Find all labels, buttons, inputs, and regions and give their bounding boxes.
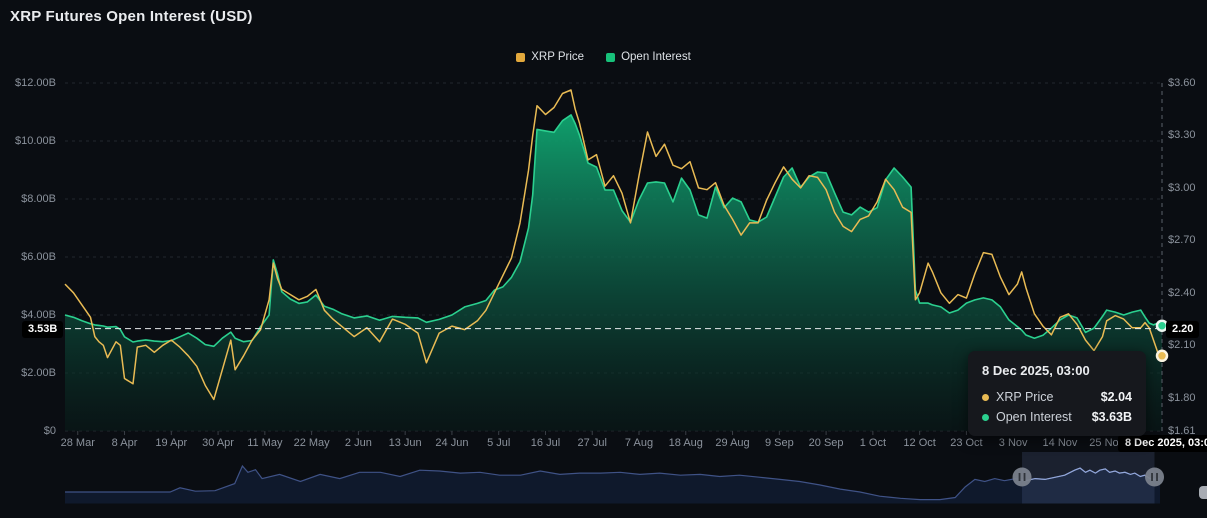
x-axis-tick: 28 Mar [61, 437, 95, 449]
xrp-price-swatch-icon [516, 53, 525, 62]
scrollbar-end-handle[interactable] [1199, 486, 1207, 499]
x-axis-tick: 29 Aug [715, 437, 749, 449]
x-axis-tick: 7 Aug [625, 437, 653, 449]
xrp-price-last-point-dot [1157, 351, 1167, 361]
x-axis-tick: 8 Apr [112, 437, 138, 449]
x-axis-tick: 3 Nov [999, 437, 1028, 449]
y-axis-left-tick: $10.00B [4, 135, 56, 147]
legend-label-open-interest: Open Interest [621, 51, 691, 63]
x-axis-tick: 12 Oct [903, 437, 935, 449]
tooltip-row-open-interest: Open Interest $3.63B [982, 410, 1132, 424]
tooltip: 8 Dec 2025, 03:00 XRP Price $2.04 Open I… [968, 351, 1146, 436]
tooltip-label-xrp-price: XRP Price [996, 390, 1053, 404]
x-axis-tick: 30 Apr [202, 437, 234, 449]
xrp-price-dot-icon [982, 394, 989, 401]
oi-last-value-badge: 3.53B [22, 321, 63, 338]
x-axis-tick: 5 Jul [487, 437, 510, 449]
crosshair-date-label: 8 Dec 2025, 03:00 [1118, 435, 1207, 452]
tooltip-title: 8 Dec 2025, 03:00 [982, 363, 1132, 378]
xrp-futures-open-interest-chart: XRP Futures Open Interest (USD) XRP Pric… [0, 0, 1207, 518]
y-axis-left-tick: $2.00B [4, 367, 56, 379]
tooltip-label-open-interest: Open Interest [996, 410, 1072, 424]
x-axis-tick: 20 Sep [809, 437, 844, 449]
x-axis-tick: 1 Oct [860, 437, 886, 449]
legend-item-xrp-price[interactable]: XRP Price [516, 51, 584, 63]
legend-label-xrp-price: XRP Price [531, 51, 584, 63]
x-axis-tick: 27 Jul [578, 437, 607, 449]
x-axis-tick: 9 Sep [765, 437, 794, 449]
tooltip-row-xrp-price: XRP Price $2.04 [982, 390, 1132, 404]
price-axis-marker-badge: 2.20 [1166, 321, 1199, 338]
y-axis-right-tick: $1.80 [1168, 392, 1196, 404]
brush-handle-left[interactable] [1013, 468, 1032, 487]
y-axis-left-tick: $8.00B [4, 193, 56, 205]
y-axis-right-tick: $2.10 [1168, 339, 1196, 351]
tooltip-value-open-interest: $3.63B [1092, 410, 1132, 424]
x-axis-tick: 2 Jun [345, 437, 372, 449]
chart-legend: XRP Price Open Interest [0, 51, 1207, 63]
tooltip-value-xrp-price: $2.04 [1101, 390, 1132, 404]
x-axis-tick: 23 Oct [950, 437, 982, 449]
brush-handle-right[interactable] [1145, 468, 1164, 487]
page-title: XRP Futures Open Interest (USD) [10, 8, 253, 25]
y-axis-left-tick: $12.00B [4, 77, 56, 89]
y-axis-left-tick: $0 [4, 425, 56, 437]
y-axis-left-tick: $6.00B [4, 251, 56, 263]
open-interest-dot-icon [982, 414, 989, 421]
y-axis-right-tick: $2.40 [1168, 287, 1196, 299]
open-interest-swatch-icon [606, 53, 615, 62]
x-axis-tick: 19 Apr [155, 437, 187, 449]
x-axis-tick: 16 Jul [531, 437, 560, 449]
y-axis-right-tick: $3.30 [1168, 129, 1196, 141]
x-axis-tick: 22 May [294, 437, 330, 449]
x-axis-tick: 13 Jun [389, 437, 422, 449]
x-axis-tick: 14 Nov [1043, 437, 1078, 449]
legend-item-open-interest[interactable]: Open Interest [606, 51, 691, 63]
navigator-brush-selection[interactable] [1022, 452, 1154, 504]
y-axis-right-tick: $3.00 [1168, 182, 1196, 194]
x-axis-tick: 18 Aug [669, 437, 703, 449]
y-axis-right-tick: $2.70 [1168, 234, 1196, 246]
y-axis-left-tick: $4.00B [4, 309, 56, 321]
x-axis-tick: 11 May [247, 437, 282, 449]
navigator-area [65, 466, 1160, 504]
x-axis-tick: 24 Jun [435, 437, 468, 449]
y-axis-right-tick: $3.60 [1168, 77, 1196, 89]
